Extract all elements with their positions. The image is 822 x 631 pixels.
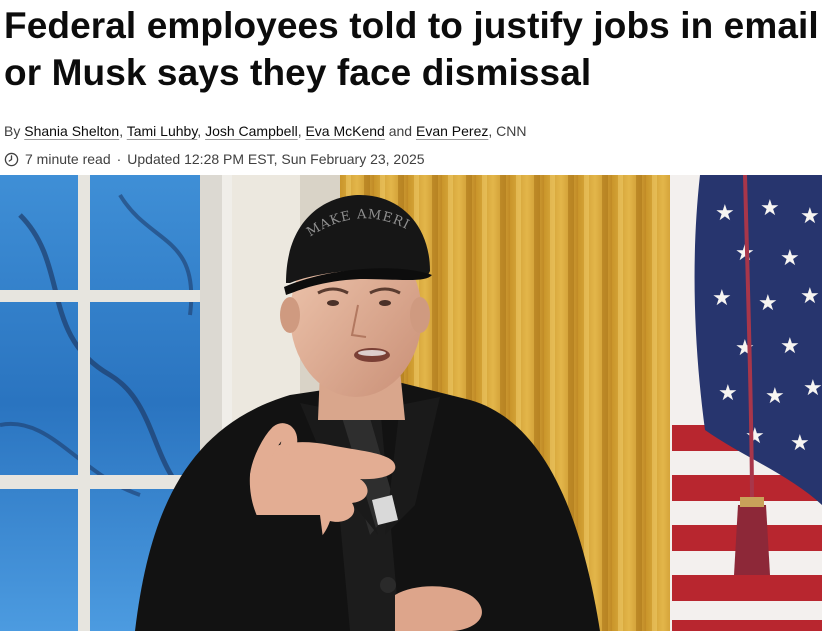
article-headline: Federal employees told to justify jobs i… [4,5,819,93]
svg-text:★: ★ [765,383,785,408]
read-time: 7 minute read [25,151,111,167]
hero-photo: ★ ★ ★ ★ ★ ★ ★ ★ ★ ★ ★ ★ ★ ★ ★ MAKE AMERI [0,175,822,631]
svg-text:★: ★ [735,335,755,360]
clock-icon [4,152,19,167]
svg-text:★: ★ [790,430,810,455]
hero-image[interactable]: ★ ★ ★ ★ ★ ★ ★ ★ ★ ★ ★ ★ ★ ★ ★ MAKE AMERI [0,175,822,631]
byline: By Shania Shelton, Tami Luhby, Josh Camp… [4,123,527,139]
byline-and: and [388,123,413,139]
svg-text:★: ★ [745,423,765,448]
article-meta: 7 minute read · Updated 12:28 PM EST, Su… [4,151,425,167]
author-link[interactable]: Evan Perez [416,123,488,139]
svg-text:★: ★ [800,283,820,308]
author-link[interactable]: Shania Shelton [24,123,119,139]
author-link[interactable]: Tami Luhby [127,123,198,139]
svg-text:★: ★ [712,285,732,310]
svg-text:★: ★ [800,203,820,228]
author-link[interactable]: Eva McKend [305,123,384,139]
svg-text:★: ★ [758,290,778,315]
meta-separator: · [116,151,122,167]
svg-text:★: ★ [780,333,800,358]
updated-timestamp: Updated 12:28 PM EST, Sun February 23, 2… [127,151,425,167]
byline-prefix: By [4,123,21,139]
svg-text:★: ★ [780,245,800,270]
svg-text:★: ★ [803,375,822,400]
byline-source: CNN [496,123,527,139]
author-link[interactable]: Josh Campbell [205,123,298,139]
svg-text:★: ★ [760,195,780,220]
svg-text:★: ★ [718,380,738,405]
svg-text:★: ★ [715,200,735,225]
